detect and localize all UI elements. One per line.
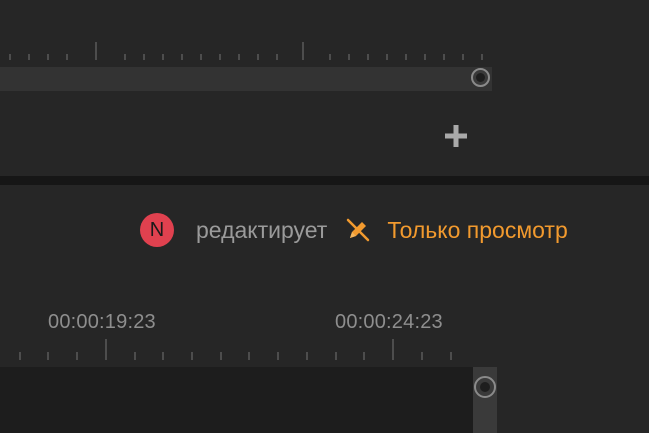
lower-track-end-handle[interactable] xyxy=(474,376,496,398)
lower-track-bar[interactable] xyxy=(0,367,473,433)
view-only-badge: Только просмотр xyxy=(345,216,568,244)
panel-divider[interactable] xyxy=(0,176,649,185)
pencil-crossed-icon xyxy=(347,218,370,242)
upper-track-bar[interactable] xyxy=(0,67,492,91)
editing-status-label: редактирует xyxy=(196,216,328,243)
collaboration-status: N редактирует Только просмотр xyxy=(140,213,568,247)
timecode-label: 00:00:24:23 xyxy=(335,311,443,333)
add-track-button[interactable] xyxy=(441,121,471,151)
timecode-label: 00:00:19:23 xyxy=(48,311,156,333)
plus-icon xyxy=(445,125,467,147)
upper-track-end-handle[interactable] xyxy=(471,68,490,87)
upper-time-ruler xyxy=(9,42,483,60)
view-only-label: Только просмотр xyxy=(387,216,568,243)
avatar[interactable]: N xyxy=(140,213,174,247)
lower-time-ruler xyxy=(19,339,452,360)
